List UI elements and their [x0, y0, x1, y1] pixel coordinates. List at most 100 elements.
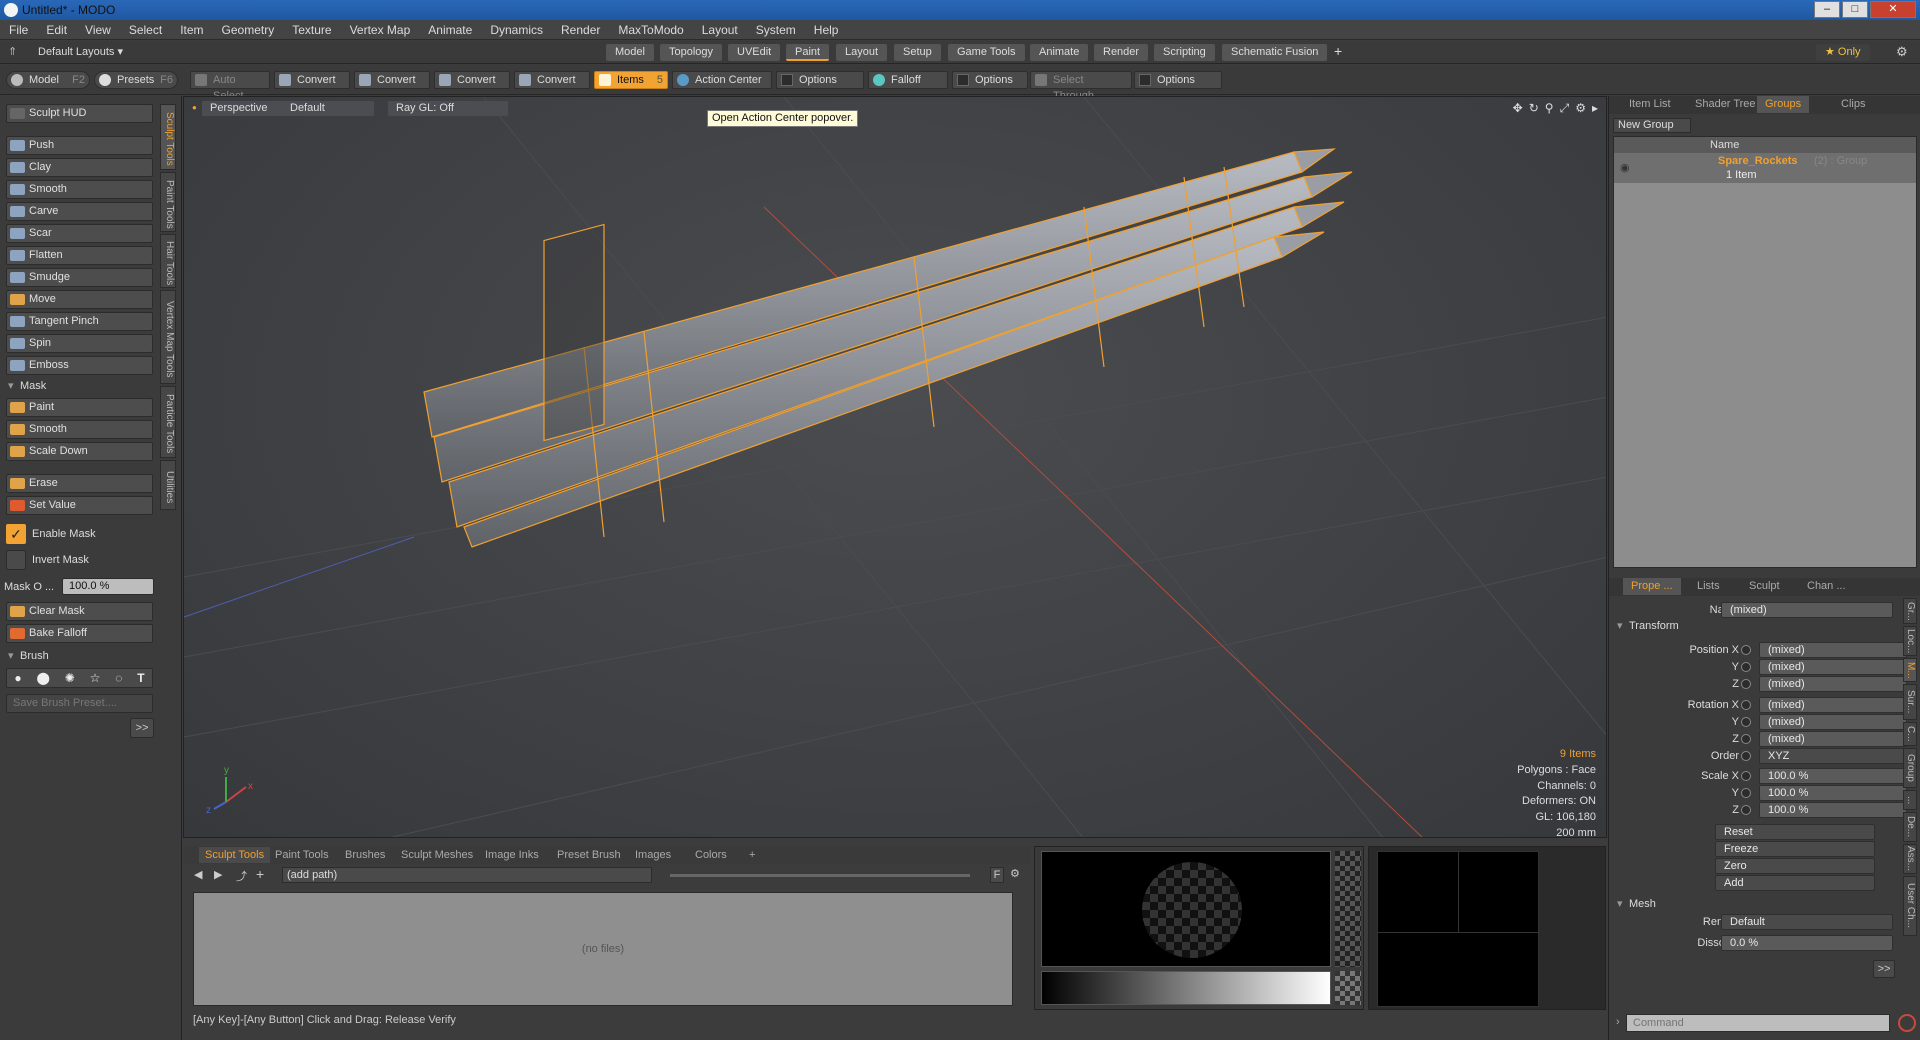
mask-smooth-tool[interactable]: Smooth [6, 420, 153, 439]
scale-z-key-icon[interactable] [1741, 805, 1751, 815]
clear-mask-button[interactable]: Clear Mask [6, 602, 153, 621]
text-brush-icon[interactable]: T [137, 671, 144, 685]
btab-image-inks[interactable]: Image Inks [479, 847, 545, 863]
menu-maxtomodo[interactable]: MaxToModo [609, 23, 692, 37]
file-browser[interactable]: (no files) [193, 892, 1013, 1006]
action-center-options-button[interactable]: Options [776, 71, 864, 89]
btab-paint-tools[interactable]: Paint Tools [269, 847, 335, 863]
position-y-key-icon[interactable] [1741, 662, 1751, 672]
smudge-tool[interactable]: Smudge [6, 268, 153, 287]
side-tab-8[interactable]: Ass... [1903, 844, 1917, 874]
falloff-options-button[interactable]: Options [952, 71, 1028, 89]
position-x-key-icon[interactable] [1741, 645, 1751, 655]
side-tab-9[interactable]: User Ch... [1903, 876, 1917, 936]
tab-uvedit[interactable]: UVEdit [728, 44, 781, 61]
zero-dropdown[interactable]: Zero [1715, 858, 1875, 874]
btab-images[interactable]: Images [629, 847, 677, 863]
menu-system[interactable]: System [747, 23, 805, 37]
position-x-field[interactable]: (mixed) [1759, 642, 1907, 658]
scar-tool[interactable]: Scar [6, 224, 153, 243]
menu-select[interactable]: Select [120, 23, 171, 37]
close-button[interactable]: ✕ [1870, 1, 1916, 18]
btab-colors[interactable]: Colors [689, 847, 733, 863]
select-through-button[interactable]: Select Through [1030, 71, 1132, 102]
tab-properties[interactable]: Prope ... [1623, 578, 1681, 595]
splatter-brush-icon[interactable]: ✺ [65, 671, 75, 685]
side-tab-3[interactable]: Sur... [1903, 684, 1917, 720]
options-checkbox[interactable] [781, 74, 793, 86]
scale-x-key-icon[interactable] [1741, 771, 1751, 781]
move-tool[interactable]: Move [6, 290, 153, 309]
only-toggle[interactable]: ★ Only [1816, 44, 1870, 61]
tab-lists[interactable]: Lists [1689, 578, 1728, 595]
rotation-x-field[interactable]: (mixed) [1759, 697, 1907, 713]
vtab-hair-tools[interactable]: Hair Tools [160, 234, 176, 288]
position-y-field[interactable]: (mixed) [1759, 659, 1907, 675]
tab-scripting[interactable]: Scripting [1154, 44, 1215, 61]
falloff-button[interactable]: Falloff [868, 71, 948, 89]
menu-view[interactable]: View [76, 23, 120, 37]
name-field[interactable]: (mixed) [1721, 602, 1893, 618]
convert-edges-button[interactable]: Convert [354, 71, 430, 89]
position-z-field[interactable]: (mixed) [1759, 676, 1907, 692]
transform-section-header[interactable]: Transform [1615, 618, 1762, 635]
rotation-z-field[interactable]: (mixed) [1759, 731, 1907, 747]
mask-opacity-field[interactable]: 100.0 % [62, 578, 154, 595]
menu-render[interactable]: Render [552, 23, 609, 37]
model-mode-button[interactable]: Model F2 [6, 71, 90, 89]
tab-paint[interactable]: Paint [786, 44, 830, 61]
tab-layout[interactable]: Layout [836, 44, 888, 61]
sculpt-hud-button[interactable]: Sculpt HUD [6, 104, 153, 123]
tab-topology[interactable]: Topology [660, 44, 723, 61]
items-mode-button[interactable]: Items 5 [594, 71, 668, 89]
presets-button[interactable]: Presets F6 [94, 71, 178, 89]
emboss-tool[interactable]: Emboss [6, 356, 153, 375]
filter-button[interactable]: F [990, 867, 1004, 883]
maximize-button[interactable]: □ [1842, 1, 1868, 18]
invert-mask-checkbox[interactable] [6, 550, 26, 570]
menu-geometry[interactable]: Geometry [213, 23, 284, 37]
spin-tool[interactable]: Spin [6, 334, 153, 353]
side-tab-6[interactable]: ... [1903, 790, 1917, 810]
scale-y-field[interactable]: 100.0 % [1759, 785, 1907, 801]
rotation-z-key-icon[interactable] [1741, 734, 1751, 744]
set-value-tool[interactable]: Set Value [6, 496, 153, 515]
menu-edit[interactable]: Edit [37, 23, 76, 37]
tab-schematic-fusion[interactable]: Schematic Fusion [1222, 44, 1328, 61]
convert-materials-button[interactable]: Convert [514, 71, 590, 89]
soft-brush-icon[interactable]: ● [14, 671, 21, 685]
convert-polygons-button[interactable]: Convert [434, 71, 510, 89]
tab-item-list[interactable]: Item List [1621, 96, 1679, 113]
tab-setup[interactable]: Setup [894, 44, 941, 61]
star-brush-icon[interactable]: ☆ [90, 671, 101, 685]
order-key-icon[interactable] [1741, 751, 1751, 761]
tab-render[interactable]: Render [1094, 44, 1149, 61]
render-dropdown[interactable]: Default [1721, 914, 1893, 930]
auto-select-button[interactable]: Auto Select [190, 71, 270, 102]
minimize-button[interactable]: – [1814, 1, 1840, 18]
tab-clips[interactable]: Clips [1833, 96, 1873, 113]
tab-channels[interactable]: Chan ... [1799, 578, 1854, 595]
parent-dir-icon[interactable]: ⤴ [236, 868, 247, 884]
tab-animate[interactable]: Animate [1030, 44, 1089, 61]
add-path-icon[interactable]: + [256, 866, 264, 882]
save-brush-preset-button[interactable]: Save Brush Preset.... [6, 694, 153, 713]
side-tab-4[interactable]: C... [1903, 722, 1917, 746]
hard-brush-icon[interactable]: ⬤ [36, 671, 49, 685]
push-tool[interactable]: Push [6, 136, 153, 155]
side-tab-1[interactable]: Loc... [1903, 626, 1917, 656]
tab-game-tools[interactable]: Game Tools [948, 44, 1025, 61]
name-column-header[interactable]: Name [1710, 137, 1739, 153]
options-checkbox[interactable] [1139, 74, 1151, 86]
position-z-key-icon[interactable] [1741, 679, 1751, 689]
side-tab-5[interactable]: Group [1903, 748, 1917, 788]
tab-groups[interactable]: Groups [1757, 96, 1810, 113]
tab-sculpt[interactable]: Sculpt [1741, 578, 1788, 595]
command-input[interactable] [1626, 1014, 1890, 1032]
flatten-tool[interactable]: Flatten [6, 246, 153, 265]
forward-arrow-icon[interactable]: ▶ [214, 868, 222, 881]
scale-y-key-icon[interactable] [1741, 788, 1751, 798]
smooth-tool[interactable]: Smooth [6, 180, 153, 199]
add-tab-button[interactable]: + [1334, 43, 1342, 59]
mesh-section-header[interactable]: Mesh [1615, 896, 1762, 913]
